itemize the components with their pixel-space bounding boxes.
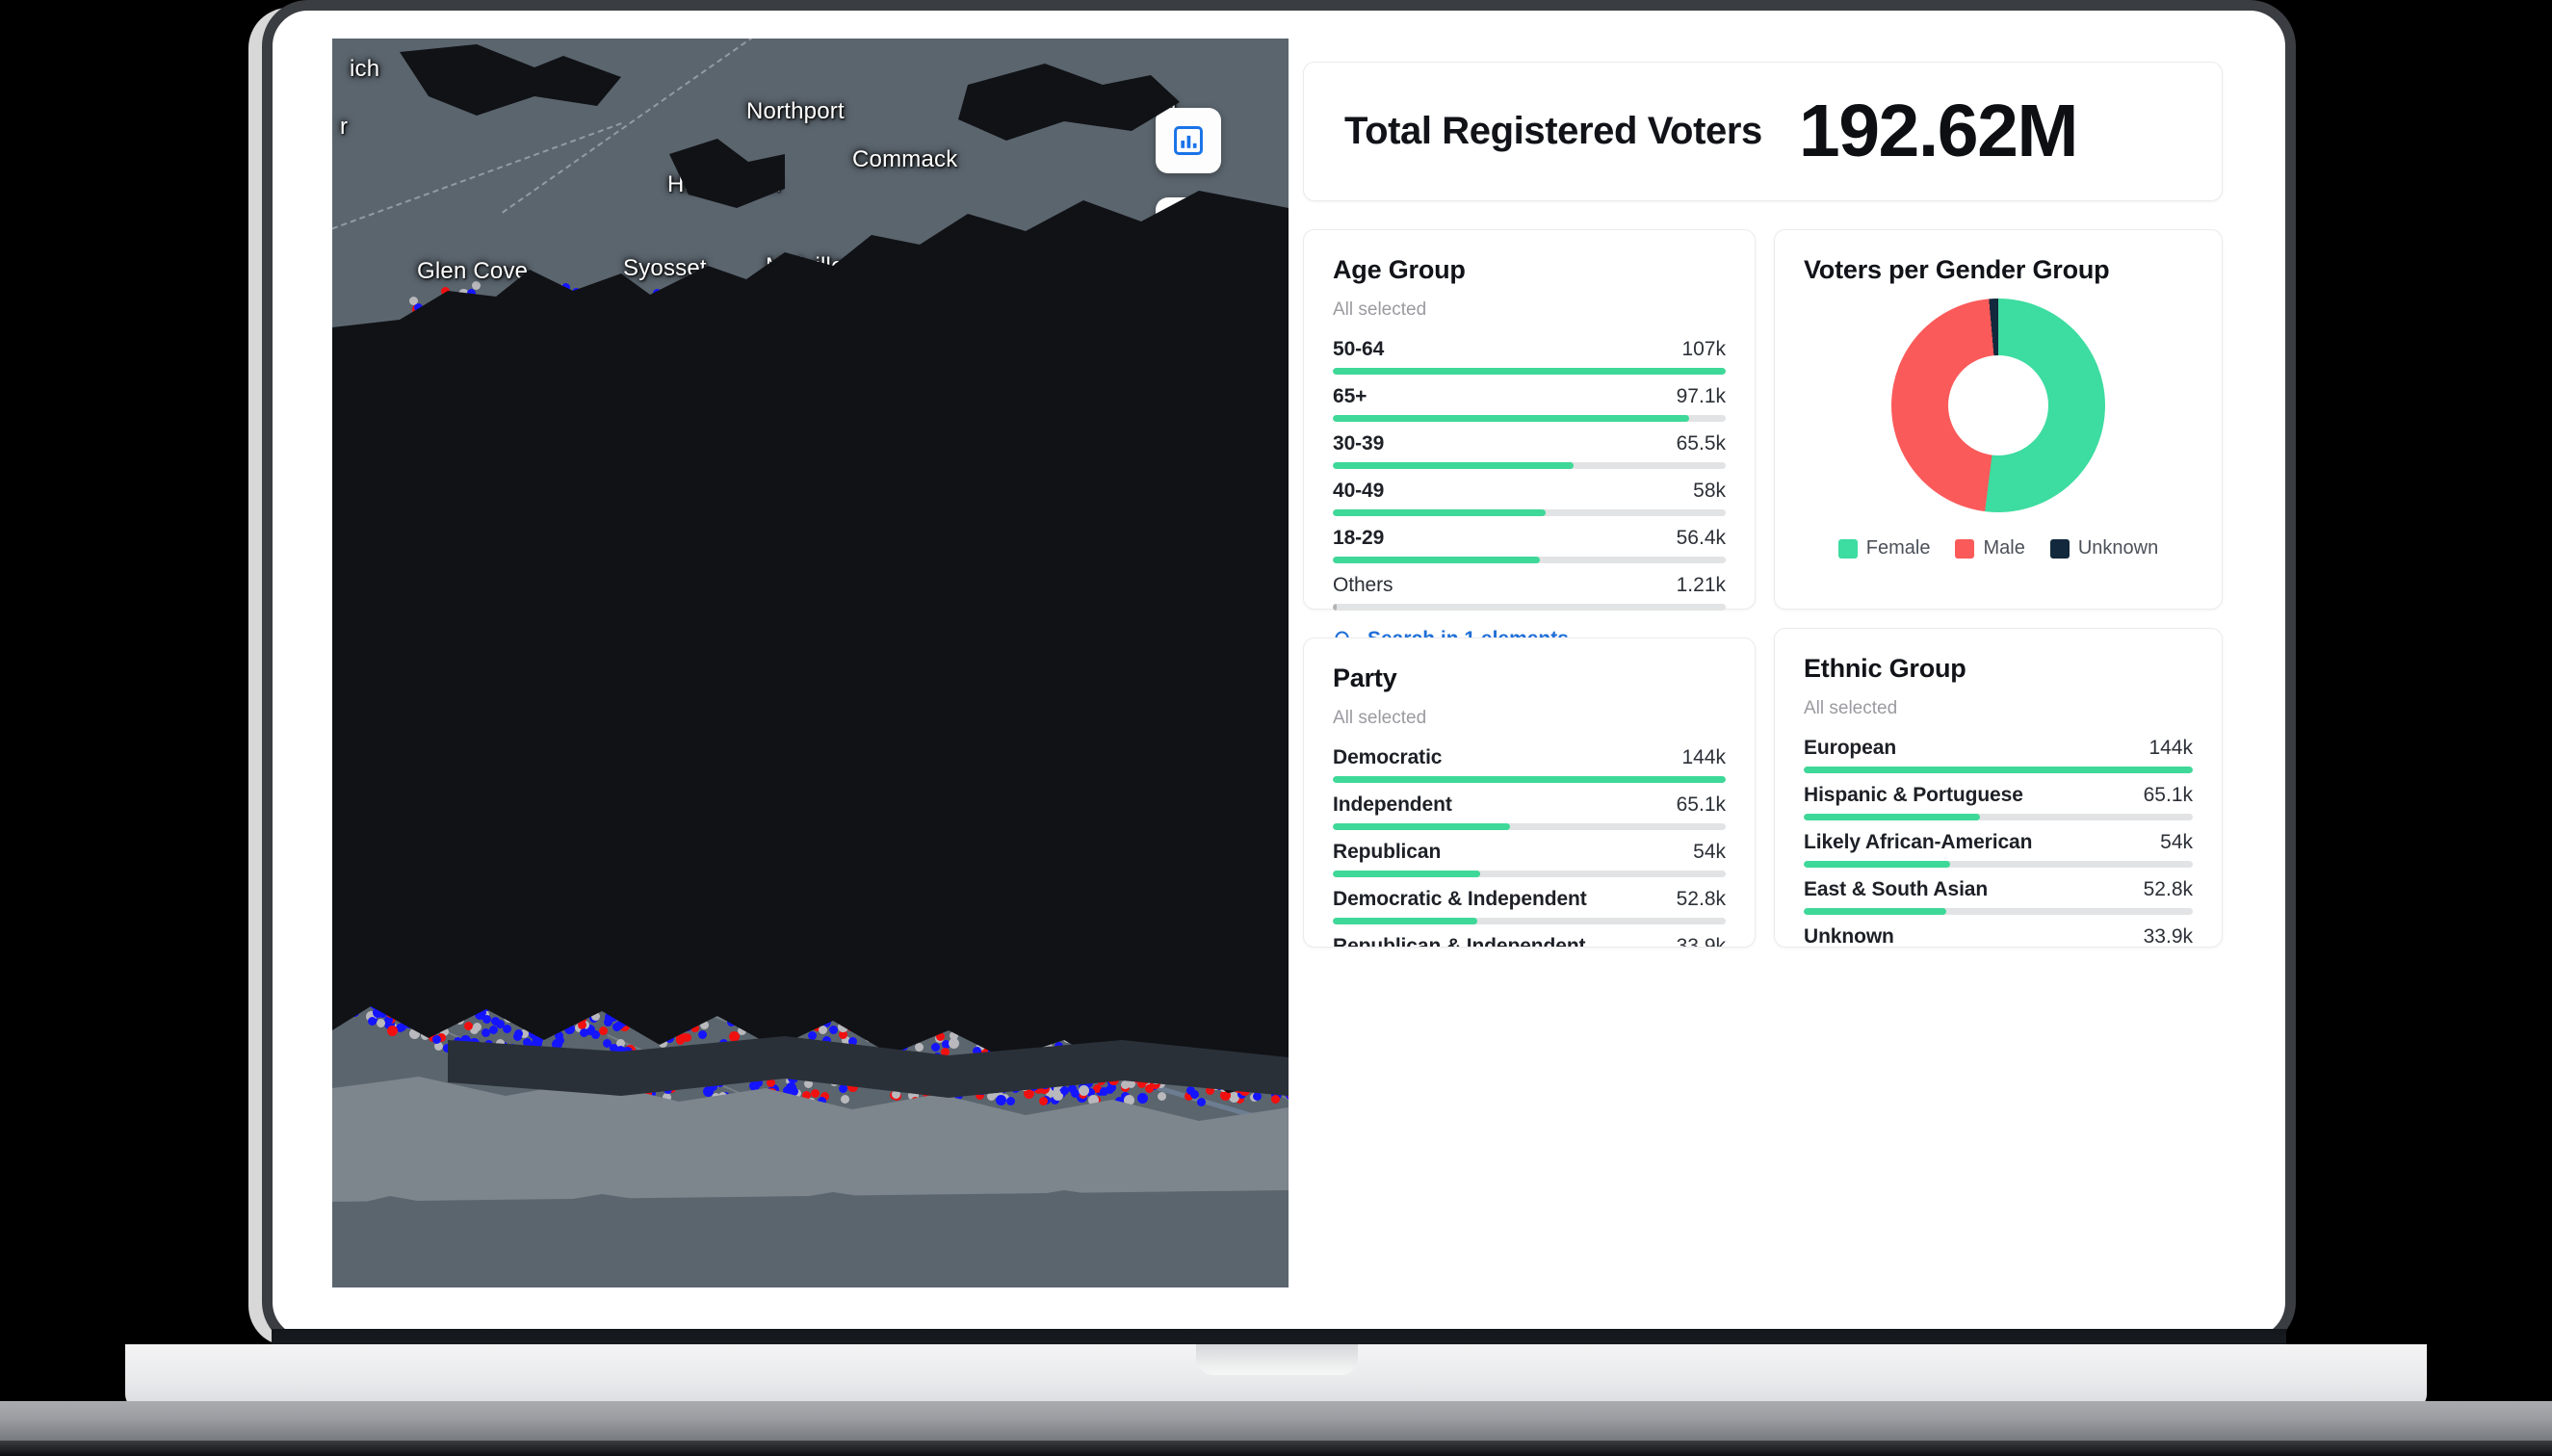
laptop-screen: ichrNorthportSmCommackHuntingtonSyossetM… — [278, 13, 2280, 1333]
voter-map[interactable]: ichrNorthportSmCommackHuntingtonSyossetM… — [332, 39, 1289, 1287]
map-south-bay — [332, 39, 1289, 1287]
screenshot-stage: ichrNorthportSmCommackHuntingtonSyossetM… — [0, 0, 2552, 1456]
